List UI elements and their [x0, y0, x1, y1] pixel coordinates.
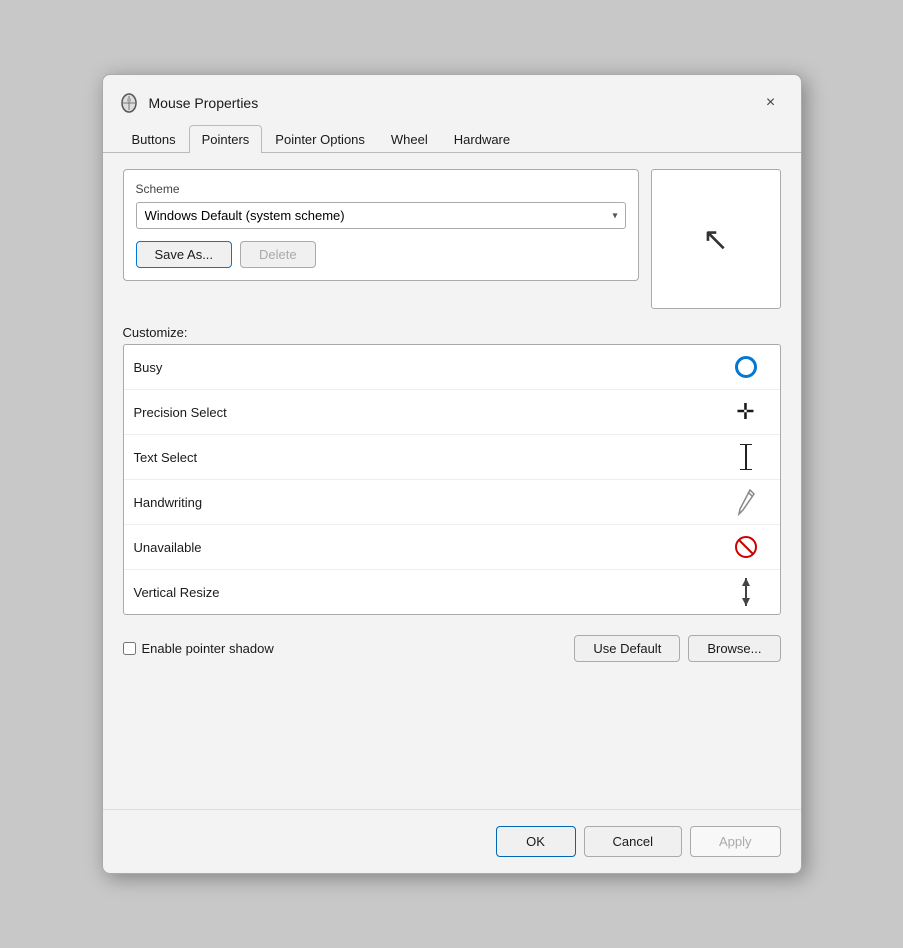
- customize-section: Customize: Busy Precision Select ✛: [123, 325, 781, 615]
- tab-content: Scheme Windows Default (system scheme) W…: [103, 153, 801, 809]
- cursor-item-label: Vertical Resize: [134, 585, 730, 600]
- crosshair-icon: ✛: [730, 396, 762, 428]
- list-item[interactable]: Busy: [124, 345, 780, 390]
- shadow-checkbox[interactable]: [123, 642, 136, 655]
- unavailable-icon: [730, 531, 762, 563]
- scheme-label: Scheme: [136, 182, 626, 196]
- list-item[interactable]: Vertical Resize: [124, 570, 780, 614]
- cursor-item-label: Busy: [134, 360, 730, 375]
- ok-button[interactable]: OK: [496, 826, 576, 857]
- dialog-title: Mouse Properties: [149, 95, 747, 111]
- tab-pointers[interactable]: Pointers: [189, 125, 263, 153]
- scheme-group: Scheme Windows Default (system scheme) W…: [123, 169, 639, 281]
- list-item[interactable]: Handwriting: [124, 480, 780, 525]
- scheme-left: Scheme Windows Default (system scheme) W…: [123, 169, 639, 281]
- scheme-select-wrapper: Windows Default (system scheme) Windows …: [136, 202, 626, 229]
- list-item[interactable]: Precision Select ✛: [124, 390, 780, 435]
- close-button[interactable]: ×: [757, 89, 785, 117]
- action-buttons: Use Default Browse...: [574, 635, 780, 662]
- scheme-buttons: Save As... Delete: [136, 241, 626, 268]
- dialog-window: Mouse Properties × Buttons Pointers Poin…: [102, 74, 802, 874]
- tab-wheel[interactable]: Wheel: [378, 125, 441, 153]
- dialog-icon: [119, 93, 139, 113]
- scheme-section: Scheme Windows Default (system scheme) W…: [123, 169, 781, 309]
- title-bar: Mouse Properties ×: [103, 75, 801, 125]
- delete-button[interactable]: Delete: [240, 241, 316, 268]
- scheme-select[interactable]: Windows Default (system scheme) Windows …: [136, 202, 626, 229]
- pointer-options-row: Enable pointer shadow Use Default Browse…: [123, 635, 781, 662]
- cursor-list-inner[interactable]: Busy Precision Select ✛ Tex: [124, 345, 780, 614]
- apply-button[interactable]: Apply: [690, 826, 781, 857]
- tab-pointer-options[interactable]: Pointer Options: [262, 125, 378, 153]
- tab-buttons[interactable]: Buttons: [119, 125, 189, 153]
- list-item[interactable]: Text Select: [124, 435, 780, 480]
- shadow-label: Enable pointer shadow: [142, 641, 274, 656]
- text-cursor-icon: [730, 441, 762, 473]
- busy-icon: [730, 351, 762, 383]
- cursor-list: Busy Precision Select ✛ Tex: [123, 344, 781, 615]
- cursor-preview: ↖: [651, 169, 781, 309]
- cancel-button[interactable]: Cancel: [584, 826, 682, 857]
- dialog-footer: OK Cancel Apply: [103, 809, 801, 873]
- tabs-bar: Buttons Pointers Pointer Options Wheel H…: [103, 125, 801, 153]
- cursor-preview-icon: ↖: [702, 223, 729, 255]
- shadow-checkbox-label[interactable]: Enable pointer shadow: [123, 641, 563, 656]
- cursor-item-label: Unavailable: [134, 540, 730, 555]
- list-item[interactable]: Unavailable: [124, 525, 780, 570]
- browse-button[interactable]: Browse...: [688, 635, 780, 662]
- customize-label: Customize:: [123, 325, 781, 340]
- cursor-item-label: Text Select: [134, 450, 730, 465]
- cursor-item-label: Precision Select: [134, 405, 730, 420]
- pen-icon: [730, 486, 762, 518]
- tab-hardware[interactable]: Hardware: [441, 125, 523, 153]
- use-default-button[interactable]: Use Default: [574, 635, 680, 662]
- resize-vertical-icon: [730, 576, 762, 608]
- save-as-button[interactable]: Save As...: [136, 241, 233, 268]
- cursor-item-label: Handwriting: [134, 495, 730, 510]
